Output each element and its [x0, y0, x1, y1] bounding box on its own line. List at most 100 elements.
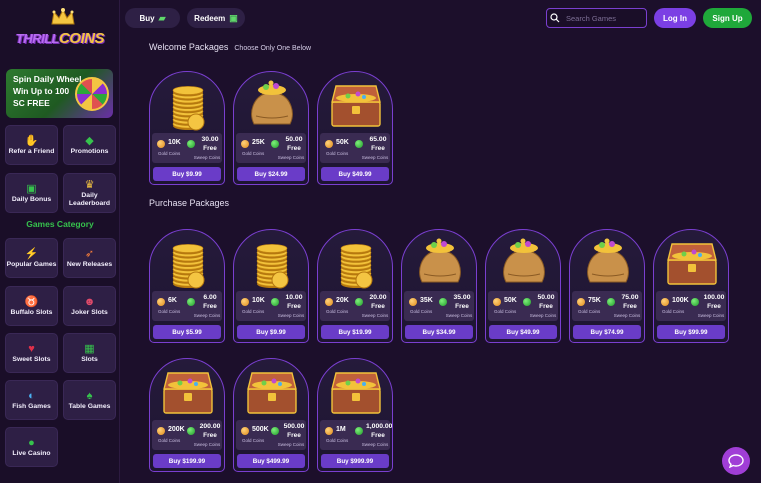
gold-coin-icon — [409, 298, 417, 306]
spin-wheel-promo[interactable]: Spin Daily Wheel Win Up to 100 SC FREE — [6, 69, 113, 118]
sweep-coin-label: Sweep Coins — [193, 155, 221, 160]
purchase-section-title: Purchase Packages — [149, 198, 229, 208]
package-info: 35K Gold Coins 35.00 Free Sweep Coins — [404, 291, 474, 321]
free-label: Free — [707, 303, 721, 310]
gold-coin-icon — [325, 427, 333, 435]
package-info: 25K Gold Coins 50.00 Free Sweep Coins — [236, 133, 306, 163]
gold-coin-icon — [577, 298, 585, 306]
buy-package-button[interactable]: Buy $34.99 — [405, 325, 473, 339]
buy-package-button[interactable]: Buy $74.99 — [573, 325, 641, 339]
buy-package-button[interactable]: Buy $499.99 — [237, 454, 305, 468]
sidebar-item-popular-games[interactable]: ⚡ Popular Games — [5, 238, 58, 278]
sidebar-item-sweet-slots[interactable]: ♥ Sweet Slots — [5, 333, 58, 373]
buy-package-button[interactable]: Buy $49.99 — [489, 325, 557, 339]
redeem-button[interactable]: Redeem ▣ — [187, 8, 245, 28]
package-info: 100K Gold Coins 100.00 Free Sweep Coins — [656, 291, 726, 321]
sidebar-item-new-releases[interactable]: ➶ New Releases — [63, 238, 116, 278]
sweep-coin-amount: 50.00 — [537, 294, 555, 301]
slot-machine-icon: ▦ — [84, 342, 95, 355]
cash-icon: ▰ — [158, 12, 166, 23]
sweep-coin-icon — [187, 140, 195, 148]
sidebar-item-daily-leaderboard[interactable]: ♛ Daily Leaderboard — [63, 173, 116, 213]
sweep-coin-icon — [187, 427, 195, 435]
sidebar-item-label: Refer a Friend — [8, 147, 55, 155]
gift-icon: ▣ — [229, 12, 238, 23]
lightning-icon: ⚡ — [24, 247, 39, 260]
buy-package-button[interactable]: Buy $9.99 — [153, 167, 221, 181]
package-card: 500K Gold Coins 500.00 Free Sweep Coins Buy $… — [233, 358, 309, 472]
buy-package-button[interactable]: Buy $9.99 — [237, 325, 305, 339]
free-label: Free — [371, 145, 385, 152]
buy-package-button[interactable]: Buy $5.99 — [153, 325, 221, 339]
welcome-title: Welcome Packages — [149, 42, 229, 52]
sidebar-item-daily-bonus[interactable]: ▣ Daily Bonus — [5, 173, 58, 213]
sweep-coin-label: Sweep Coins — [193, 313, 221, 318]
sidebar-item-live-casino[interactable]: ● Live Casino — [5, 427, 58, 467]
chat-bubble-icon — [728, 454, 744, 468]
buy-button[interactable]: Buy ▰ — [125, 8, 180, 28]
buy-package-button[interactable]: Buy $49.99 — [321, 167, 389, 181]
sidebar-item-refer-a-friend[interactable]: ✋ Refer a Friend — [5, 125, 58, 165]
sweep-coin-icon — [187, 298, 195, 306]
sweep-coin-icon — [271, 140, 279, 148]
gold-coin-label: Gold Coins — [158, 151, 181, 156]
sweep-coin-icon — [355, 140, 363, 148]
package-card: 20K Gold Coins 20.00 Free Sweep Coins Buy $19… — [317, 229, 393, 343]
sidebar-item-label: Live Casino — [12, 449, 51, 457]
gold-coin-icon — [325, 298, 333, 306]
chat-button[interactable] — [722, 447, 750, 475]
gold-coin-icon — [661, 298, 669, 306]
sweep-coin-icon — [271, 298, 279, 306]
search-bar[interactable] — [546, 8, 663, 28]
package-card: 10K Gold Coins 10.00 Free Sweep Coins Buy $9.… — [233, 229, 309, 343]
gold-coin-icon — [241, 298, 249, 306]
cherry-icon: ♥ — [28, 342, 35, 355]
search-input[interactable] — [566, 13, 663, 23]
sweep-coin-icon — [691, 298, 699, 306]
sweep-coin-amount: 500.00 — [283, 423, 305, 430]
sidebar-item-label: Joker Slots — [71, 308, 108, 316]
sidebar-item-slots[interactable]: ▦ Slots — [63, 333, 116, 373]
gold-coin-amount: 100K — [672, 297, 689, 304]
sidebar-item-buffalo-slots[interactable]: ♉ Buffalo Slots — [5, 286, 58, 326]
sidebar-item-label: Promotions — [70, 147, 109, 155]
buy-package-button[interactable]: Buy $99.99 — [657, 325, 725, 339]
logo[interactable]: THRILLCOINS — [10, 6, 110, 62]
gold-coin-label: Gold Coins — [242, 309, 265, 314]
sweep-coin-amount: 65.00 — [369, 136, 387, 143]
buy-package-button[interactable]: Buy $24.99 — [237, 167, 305, 181]
login-button[interactable]: Log In — [654, 8, 696, 28]
sidebar-item-joker-slots[interactable]: ☻ Joker Slots — [63, 286, 116, 326]
sweep-coin-icon — [355, 427, 363, 435]
gold-coin-label: Gold Coins — [662, 309, 685, 314]
buy-package-button[interactable]: Buy $19.99 — [321, 325, 389, 339]
package-card: 10K Gold Coins 30.00 Free Sweep Coins Buy $9.… — [149, 71, 225, 185]
gold-coin-label: Gold Coins — [578, 309, 601, 314]
sweep-coin-icon — [271, 427, 279, 435]
package-info: 10K Gold Coins 30.00 Free Sweep Coins — [152, 133, 222, 163]
buy-package-button[interactable]: Buy $999.99 — [321, 454, 389, 468]
treasure-chest-icon — [318, 72, 392, 134]
gold-coin-label: Gold Coins — [494, 309, 517, 314]
free-label: Free — [539, 303, 553, 310]
sweep-coin-label: Sweep Coins — [277, 313, 305, 318]
games-category-title: Games Category — [26, 219, 94, 229]
sidebar-item-label: Sweet Slots — [12, 355, 51, 363]
buy-package-button[interactable]: Buy $199.99 — [153, 454, 221, 468]
coin-stack-icon — [150, 230, 224, 292]
free-label: Free — [371, 303, 385, 310]
coin-stack-icon — [150, 72, 224, 134]
sidebar-item-table-games[interactable]: ♠ Table Games — [63, 380, 116, 420]
package-info: 500K Gold Coins 500.00 Free Sweep Coins — [236, 420, 306, 450]
free-label: Free — [203, 145, 217, 152]
cards-icon: ♠ — [86, 389, 93, 402]
sweep-coin-label: Sweep Coins — [529, 313, 557, 318]
sidebar-item-fish-games[interactable]: ◐ Fish Games — [5, 380, 58, 420]
gold-coin-label: Gold Coins — [242, 438, 265, 443]
coin-stack-icon — [318, 230, 392, 292]
coin-bag-icon — [234, 72, 308, 134]
sidebar-item-promotions[interactable]: ◆ Promotions — [63, 125, 116, 165]
gold-coin-amount: 200K — [168, 426, 185, 433]
signup-button[interactable]: Sign Up — [703, 8, 752, 28]
trophy-icon: ♛ — [84, 178, 95, 191]
